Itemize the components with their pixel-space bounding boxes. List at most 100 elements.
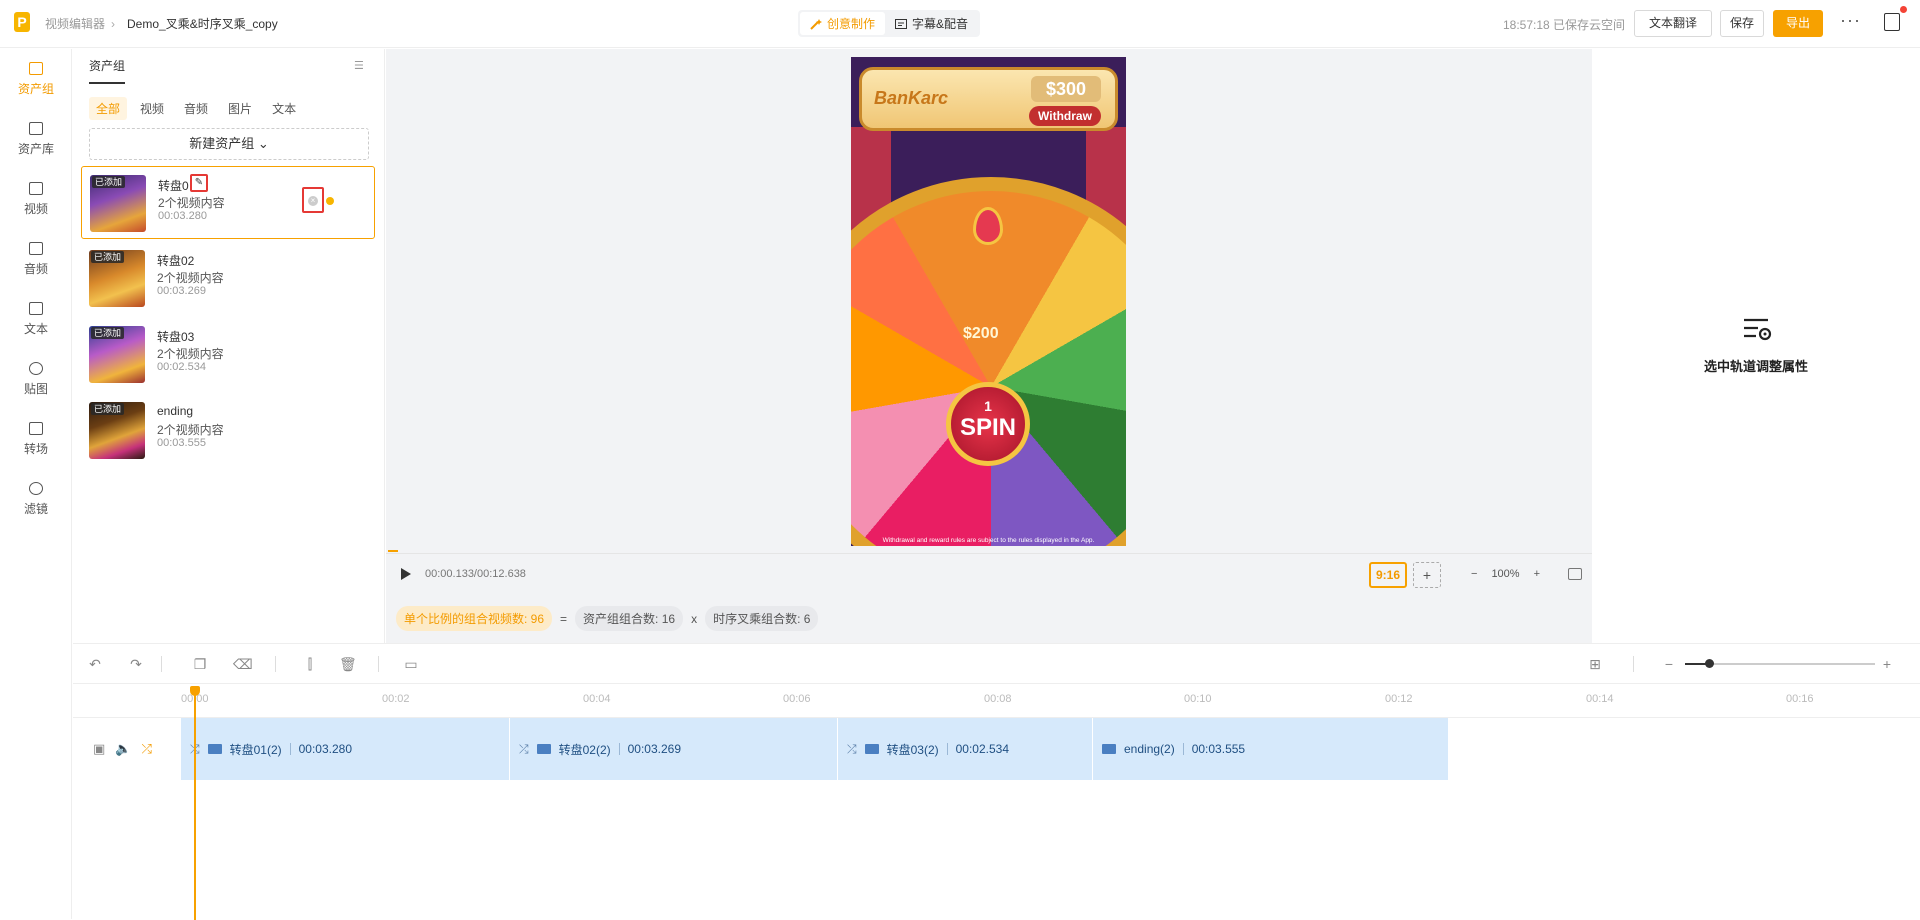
nav-sticker[interactable]: 贴图 <box>0 349 72 409</box>
asset-name: 转盘03 <box>157 330 195 344</box>
magic-wand-icon <box>810 18 822 30</box>
tab-creative[interactable]: 创意制作 <box>800 12 886 35</box>
playhead[interactable] <box>194 686 196 920</box>
more-menu-icon[interactable]: ··· <box>1840 10 1861 31</box>
filter-all[interactable]: 全部 <box>89 97 128 120</box>
asset-item[interactable]: 已添加 转盘0 ✎ 2个视频内容 00:03.280 × <box>81 166 375 239</box>
shuffle-icon: ⤮ <box>847 741 857 756</box>
delete-button[interactable]: × <box>302 187 324 213</box>
chevron-down-icon: ⌄ <box>257 136 269 151</box>
adjust-settings-icon <box>1744 318 1772 341</box>
app-logo[interactable]: P <box>14 12 30 32</box>
tick-label: 00:04 <box>583 693 611 705</box>
filter-audio[interactable]: 音频 <box>177 97 215 120</box>
tick-label: 00:12 <box>1385 693 1413 705</box>
snap-grid-icon[interactable]: ⊞ <box>1587 656 1603 672</box>
nav-filter[interactable]: 滤镜 <box>0 469 72 529</box>
volume-icon[interactable]: 🔈 <box>115 741 131 757</box>
subtitle-icon <box>895 18 908 29</box>
divider <box>161 656 162 672</box>
project-name[interactable]: Demo_叉乘&时序叉乘_copy <box>127 15 278 32</box>
player-controls: 00:00.133/00:12.638 9:16 + − 100% + <box>386 556 1592 594</box>
translate-button[interactable]: 文本翻译 <box>1634 10 1712 37</box>
eraser-icon[interactable]: ⌫ <box>233 656 253 672</box>
folder-icon[interactable]: ▭ <box>403 656 419 672</box>
timeline-clip[interactable]: ⤮ 转盘02(2) 00:03.269 <box>510 718 838 780</box>
redo-icon[interactable]: ↷ <box>128 656 144 672</box>
asset-item[interactable]: 已添加 转盘02 2个视频内容 00:03.269 <box>81 242 375 315</box>
slider-fill <box>1685 663 1707 665</box>
add-icon[interactable] <box>326 197 334 205</box>
trash-icon[interactable]: 🗑 <box>339 656 357 672</box>
copy-icon[interactable]: ❐ <box>192 656 208 672</box>
track-cover-icon[interactable]: ▣ <box>93 741 105 757</box>
new-asset-group-button[interactable]: 新建资产组 ⌄ <box>89 128 369 160</box>
combination-summary: 单个比例的组合视频数: 96 = 资产组组合数: 16 x 时序叉乘组合数: 6 <box>386 594 1592 643</box>
asset-duration: 00:03.269 <box>157 285 206 297</box>
timeline-zoom-out-icon[interactable]: − <box>1661 656 1677 672</box>
clip-duration: 00:02.534 <box>955 742 1010 756</box>
slider-knob[interactable] <box>1705 659 1714 668</box>
preview-stage: BanKarc $300 Withdraw $200 1 SPIN Withdr… <box>386 49 1592 643</box>
timeline-zoom-in-icon[interactable]: + <box>1879 656 1895 672</box>
close-icon: × <box>308 196 318 206</box>
clip-name: ending(2) <box>1124 742 1175 756</box>
zoom-in-icon[interactable]: + <box>1534 568 1540 580</box>
text-icon <box>29 301 43 315</box>
task-list-icon[interactable] <box>1884 6 1907 31</box>
equals-sign: = <box>560 611 568 626</box>
divider <box>378 656 379 672</box>
undo-icon[interactable]: ↶ <box>87 656 103 672</box>
time-ruler[interactable]: 00:00 00:02 00:04 00:06 00:08 00:10 00:1… <box>73 684 1920 718</box>
asset-item[interactable]: 已添加 ending 2个视频内容 00:03.555 <box>81 394 375 467</box>
folder-icon <box>536 744 551 754</box>
filter-text[interactable]: 文本 <box>265 97 303 120</box>
breadcrumb-app[interactable]: 视频编辑器 <box>45 15 105 32</box>
asset-thumbnail: 已添加 <box>89 326 145 383</box>
save-status: 18:57:18 已保存云空间 <box>1503 18 1626 32</box>
export-button[interactable]: 导出 <box>1773 10 1823 37</box>
video-preview[interactable]: BanKarc $300 Withdraw $200 1 SPIN Withdr… <box>851 57 1126 546</box>
play-icon[interactable] <box>401 568 411 580</box>
zoom-out-icon[interactable]: − <box>1471 568 1477 580</box>
shuffle-icon[interactable]: ⤮ <box>141 741 151 757</box>
nav-text[interactable]: 文本 <box>0 289 72 349</box>
playback-progress[interactable] <box>386 553 1592 554</box>
clip-name: 转盘02(2) <box>558 742 611 757</box>
collapse-panel-icon[interactable]: ☰ <box>354 59 368 72</box>
filter-image[interactable]: 图片 <box>221 97 259 120</box>
timeline-clip[interactable]: ending(2) 00:03.555 <box>1093 718 1448 780</box>
aspect-ratio-button[interactable]: 9:16 <box>1369 562 1407 588</box>
nav-label: 音频 <box>23 261 48 276</box>
tab-subtitle-dubbing[interactable]: 字幕&配音 <box>885 12 978 35</box>
timeline-clip[interactable]: ⤮ 转盘03(2) 00:02.534 <box>838 718 1093 780</box>
edit-pencil-icon[interactable]: ✎ <box>190 174 208 192</box>
nav-transition[interactable]: 转场 <box>0 409 72 469</box>
zoom-level: 100% <box>1491 568 1520 580</box>
asset-duration: 00:02.534 <box>157 361 206 373</box>
asset-filters: 全部 视频 音频 图片 文本 <box>89 97 309 120</box>
added-badge: 已添加 <box>91 251 125 263</box>
track-header: ▣ 🔈 ⤮ <box>73 718 181 780</box>
media-library-icon <box>29 121 43 135</box>
split-icon[interactable]: ⫿ <box>302 656 318 672</box>
timeline-zoom-slider[interactable] <box>1685 659 1875 668</box>
timeline-clip[interactable]: ⤮ 转盘01(2) 00:03.280 <box>181 718 510 780</box>
asset-subtitle: 2个视频内容 <box>157 271 224 285</box>
video-track[interactable]: ⤮ 转盘01(2) 00:03.280 ⤮ 转盘02(2) 00:03.269 … <box>181 718 1448 780</box>
nav-asset-group[interactable]: 资产组 <box>0 49 72 109</box>
save-button[interactable]: 保存 <box>1720 10 1764 37</box>
total-combos: 单个比例的组合视频数: 96 <box>396 606 553 631</box>
nav-asset-library[interactable]: 资产库 <box>0 109 72 169</box>
nav-video[interactable]: 视频 <box>0 169 72 229</box>
add-ratio-button[interactable]: + <box>1413 562 1441 588</box>
left-nav: 资产组 资产库 视频 音频 文本 贴图 转场 滤镜 <box>0 49 72 919</box>
filter-video[interactable]: 视频 <box>133 97 171 120</box>
fit-screen-icon[interactable] <box>1568 568 1582 580</box>
folder-icon <box>29 61 43 75</box>
folder-icon <box>1102 744 1116 754</box>
nav-audio[interactable]: 音频 <box>0 229 72 289</box>
asset-item[interactable]: 已添加 转盘03 2个视频内容 00:02.534 <box>81 318 375 391</box>
clip-name: 转盘03(2) <box>886 742 939 757</box>
game-balance: $300 <box>1031 76 1101 102</box>
